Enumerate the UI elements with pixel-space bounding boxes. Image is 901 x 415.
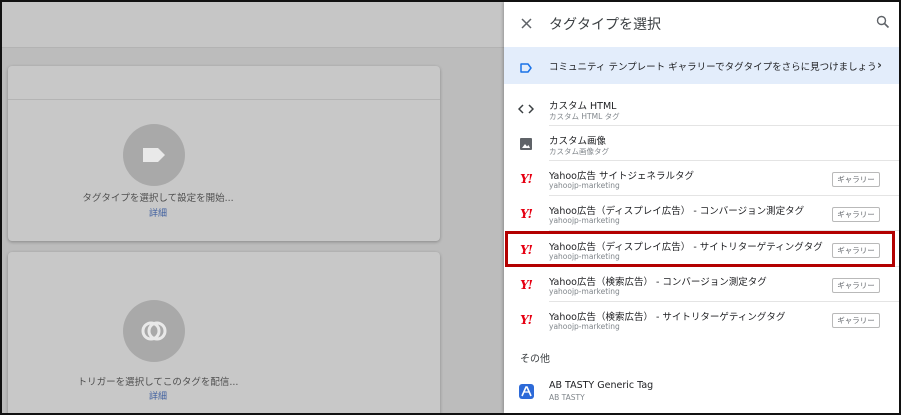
section-heading-other: その他 <box>520 354 550 365</box>
tag-type-subtitle: カスタム画像タグ <box>549 147 609 156</box>
tag-type-ab-tasty[interactable]: AB TASTY Generic Tag AB TASTY <box>504 374 899 408</box>
gallery-badge: ギャラリー <box>832 207 880 222</box>
chevron-right-icon: › <box>877 58 882 72</box>
gallery-badge: ギャラリー <box>832 313 880 328</box>
tag-type-name: Yahoo広告（ディスプレイ広告） - コンバージョン測定タグ <box>549 206 805 217</box>
yahoo-icon: Y! <box>520 243 533 257</box>
tag-type-custom-image[interactable]: カスタム画像 カスタム画像タグ <box>504 127 899 161</box>
tag-type-subtitle: yahoojp-marketing <box>549 322 620 331</box>
panel-title: タグタイプを選択 <box>549 17 661 33</box>
card-header <box>8 66 440 100</box>
yahoo-icon: Y! <box>520 278 533 292</box>
tag-type-name: カスタム画像 <box>549 136 607 147</box>
tag-type-name: Yahoo広告（ディスプレイ広告） - サイトリターゲティングタグ <box>549 242 823 253</box>
gallery-badge: ギャラリー <box>832 278 880 293</box>
screenshot-frame: タグタイプを選択して設定を開始... 詳細 トリガーを選択してこのタグを配信..… <box>0 0 901 415</box>
row-divider <box>549 230 899 231</box>
yahoo-icon: Y! <box>520 207 533 221</box>
tag-type-subtitle: yahoojp-marketing <box>549 252 620 261</box>
tag-type-subtitle: AB TASTY <box>549 393 585 402</box>
row-divider <box>549 301 899 302</box>
tag-type-subtitle: カスタム HTML タグ <box>549 112 620 121</box>
code-icon <box>516 101 536 117</box>
yahoo-icon: Y! <box>520 172 533 186</box>
tag-type-name: AB TASTY Generic Tag <box>549 380 654 391</box>
yahoo-icon: Y! <box>520 313 533 327</box>
row-divider <box>549 160 899 161</box>
tag-type-name: Yahoo広告（検索広告） - サイトリターゲティングタグ <box>549 312 786 323</box>
tag-type-yahoo-search-conversion[interactable]: Y! Yahoo広告（検索広告） - コンバージョン測定タグ yahoojp-m… <box>504 268 899 302</box>
tag-setup-hint: タグタイプを選択して設定を開始... <box>82 193 234 204</box>
trigger-config-card[interactable]: トリガーを選択してこのタグを配信... 詳細 <box>8 252 440 413</box>
row-divider <box>549 195 899 196</box>
tag-type-subtitle: yahoojp-marketing <box>549 287 620 296</box>
tag-placeholder-icon[interactable] <box>123 124 185 186</box>
tag-type-name: カスタム HTML <box>549 101 617 112</box>
tag-type-subtitle: yahoojp-marketing <box>549 181 620 190</box>
tag-type-name: Yahoo広告（検索広告） - コンバージョン測定タグ <box>549 277 767 288</box>
panel-header: タグタイプを選択 <box>504 2 899 44</box>
image-icon <box>516 136 536 152</box>
close-icon[interactable] <box>516 13 536 33</box>
community-gallery-banner[interactable]: コミュニティ テンプレート ギャラリーでタグタイプをさらに見つけましょう › <box>504 47 899 84</box>
community-gallery-text: コミュニティ テンプレート ギャラリーでタグタイプをさらに見つけましょう <box>549 62 877 73</box>
gallery-badge: ギャラリー <box>832 243 880 258</box>
label-outline-icon <box>519 59 533 73</box>
trigger-placeholder-icon[interactable] <box>123 300 185 362</box>
tag-type-yahoo-display-conversion[interactable]: Y! Yahoo広告（ディスプレイ広告） - コンバージョン測定タグ yahoo… <box>504 197 899 231</box>
tag-type-subtitle: yahoojp-marketing <box>549 216 620 225</box>
row-divider <box>549 125 899 126</box>
trigger-learn-more-link[interactable]: 詳細 <box>8 389 308 402</box>
tag-learn-more-link[interactable]: 詳細 <box>8 206 308 219</box>
trigger-setup-hint: トリガーを選択してこのタグを配信... <box>77 377 239 388</box>
row-divider <box>549 266 899 267</box>
dimmed-workspace: タグタイプを選択して設定を開始... 詳細 トリガーを選択してこのタグを配信..… <box>2 2 504 413</box>
tag-type-yahoo-site-general[interactable]: Y! Yahoo広告 サイトジェネラルタグ yahoojp-marketing … <box>504 162 899 196</box>
tag-type-picker-panel: タグタイプを選択 コミュニティ テンプレート ギャラリーでタグタイプをさらに見つ… <box>504 2 899 413</box>
tag-config-card[interactable]: タグタイプを選択して設定を開始... 詳細 <box>8 66 440 241</box>
tag-type-custom-html[interactable]: カスタム HTML カスタム HTML タグ <box>504 92 899 126</box>
gallery-badge: ギャラリー <box>832 172 880 187</box>
workspace-header <box>2 2 504 48</box>
tag-type-yahoo-display-retargeting[interactable]: Y! Yahoo広告（ディスプレイ広告） - サイトリターゲティングタグ yah… <box>504 233 899 267</box>
tag-type-name: Yahoo広告 サイトジェネラルタグ <box>549 171 694 182</box>
search-icon[interactable] <box>876 14 892 30</box>
tag-type-yahoo-search-retargeting[interactable]: Y! Yahoo広告（検索広告） - サイトリターゲティングタグ yahoojp… <box>504 303 899 337</box>
ab-tasty-icon <box>516 383 536 399</box>
